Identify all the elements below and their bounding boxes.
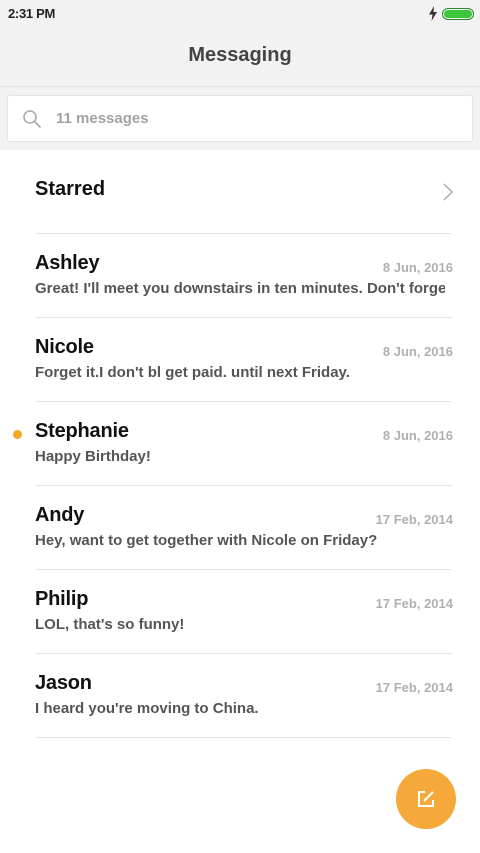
- status-bar: 2:31 PM: [0, 0, 480, 28]
- message-preview: Forget it.I don't bl get paid. until nex…: [35, 364, 350, 381]
- conversation-list: Ashley 8 Jun, 2016 Great! I'll meet you …: [0, 234, 480, 738]
- unread-dot-icon: [13, 430, 22, 439]
- message-date: 8 Jun, 2016: [382, 344, 453, 359]
- conversation-item[interactable]: Philip 17 Feb, 2014 LOL, that's so funny…: [0, 570, 480, 654]
- page-title: Messaging: [188, 44, 292, 66]
- charging-bolt-icon: [429, 6, 437, 21]
- contact-name: Philip: [35, 588, 89, 610]
- status-time: 2:31 PM: [8, 6, 56, 21]
- search-input[interactable]: [54, 109, 438, 128]
- battery-icon: [442, 7, 474, 20]
- message-date: 17 Feb, 2014: [375, 512, 453, 527]
- message-date: 17 Feb, 2014: [375, 596, 453, 611]
- chevron-right-icon: [443, 183, 454, 201]
- message-preview: I heard you're moving to China.: [35, 700, 259, 717]
- contact-name: Jason: [35, 672, 92, 694]
- header-divider: [0, 86, 480, 87]
- contact-name: Stephanie: [35, 420, 129, 442]
- starred-label: Starred: [35, 178, 106, 200]
- conversation-item[interactable]: Stephanie 8 Jun, 2016 Happy Birthday!: [0, 402, 480, 486]
- message-date: 8 Jun, 2016: [382, 260, 453, 275]
- message-preview: LOL, that's so funny!: [35, 616, 185, 633]
- conversation-item[interactable]: Nicole 8 Jun, 2016 Forget it.I don't bl …: [0, 318, 480, 402]
- conversation-item[interactable]: Andy 17 Feb, 2014 Hey, want to get toget…: [0, 486, 480, 570]
- row-divider: [35, 737, 452, 738]
- conversation-item[interactable]: Ashley 8 Jun, 2016 Great! I'll meet you …: [0, 234, 480, 318]
- contact-name: Ashley: [35, 252, 100, 274]
- message-preview: Hey, want to get together with Nicole on…: [35, 532, 378, 549]
- compose-button[interactable]: [396, 769, 456, 829]
- status-icons: [428, 6, 474, 21]
- battery-level: [444, 9, 472, 18]
- search-icon: [23, 109, 41, 128]
- message-date: 8 Jun, 2016: [382, 428, 453, 443]
- top-area: 2:31 PM Messaging: [0, 0, 480, 150]
- messaging-screen: 2:31 PM Messaging Starred: [0, 0, 480, 853]
- contact-name: Andy: [35, 504, 85, 526]
- starred-row[interactable]: Starred: [0, 150, 480, 234]
- message-date: 17 Feb, 2014: [375, 680, 453, 695]
- message-preview: Great! I'll meet you downstairs in ten m…: [35, 280, 445, 297]
- message-preview: Happy Birthday!: [35, 448, 151, 465]
- contact-name: Nicole: [35, 336, 94, 358]
- conversation-item[interactable]: Jason 17 Feb, 2014 I heard you're moving…: [0, 654, 480, 738]
- compose-icon: [418, 791, 434, 807]
- search-bar[interactable]: [7, 95, 473, 142]
